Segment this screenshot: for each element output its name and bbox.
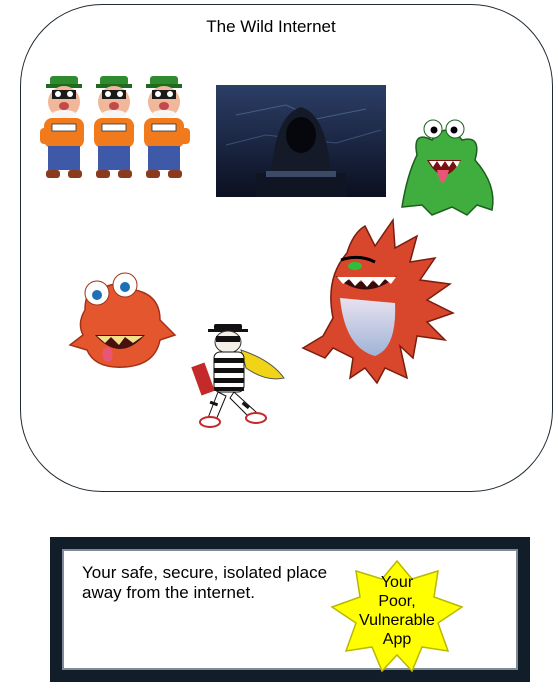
- green-monster-icon: [401, 119, 494, 216]
- burglar-trio-icon: [40, 75, 190, 179]
- safe-region-frame: Your safe, secure, isolated place away f…: [50, 537, 530, 682]
- app-label-line: Vulnerable: [359, 612, 435, 629]
- robber-icon: [191, 324, 285, 428]
- vulnerable-app: Your Poor, Vulnerable App: [328, 559, 466, 673]
- app-label-line: Poor,: [378, 593, 416, 610]
- internet-title: The Wild Internet: [206, 17, 336, 36]
- red-blob-icon: [68, 272, 177, 368]
- safe-region: Your safe, secure, isolated place away f…: [62, 549, 518, 673]
- app-label-line: Your: [380, 574, 414, 591]
- hacker-icon: [216, 85, 386, 197]
- app-label: Your Poor, Vulnerable App: [328, 573, 466, 649]
- safe-region-description: Your safe, secure, isolated place away f…: [82, 563, 328, 602]
- spiky-monster-icon: [301, 218, 455, 385]
- app-label-line: App: [382, 631, 412, 648]
